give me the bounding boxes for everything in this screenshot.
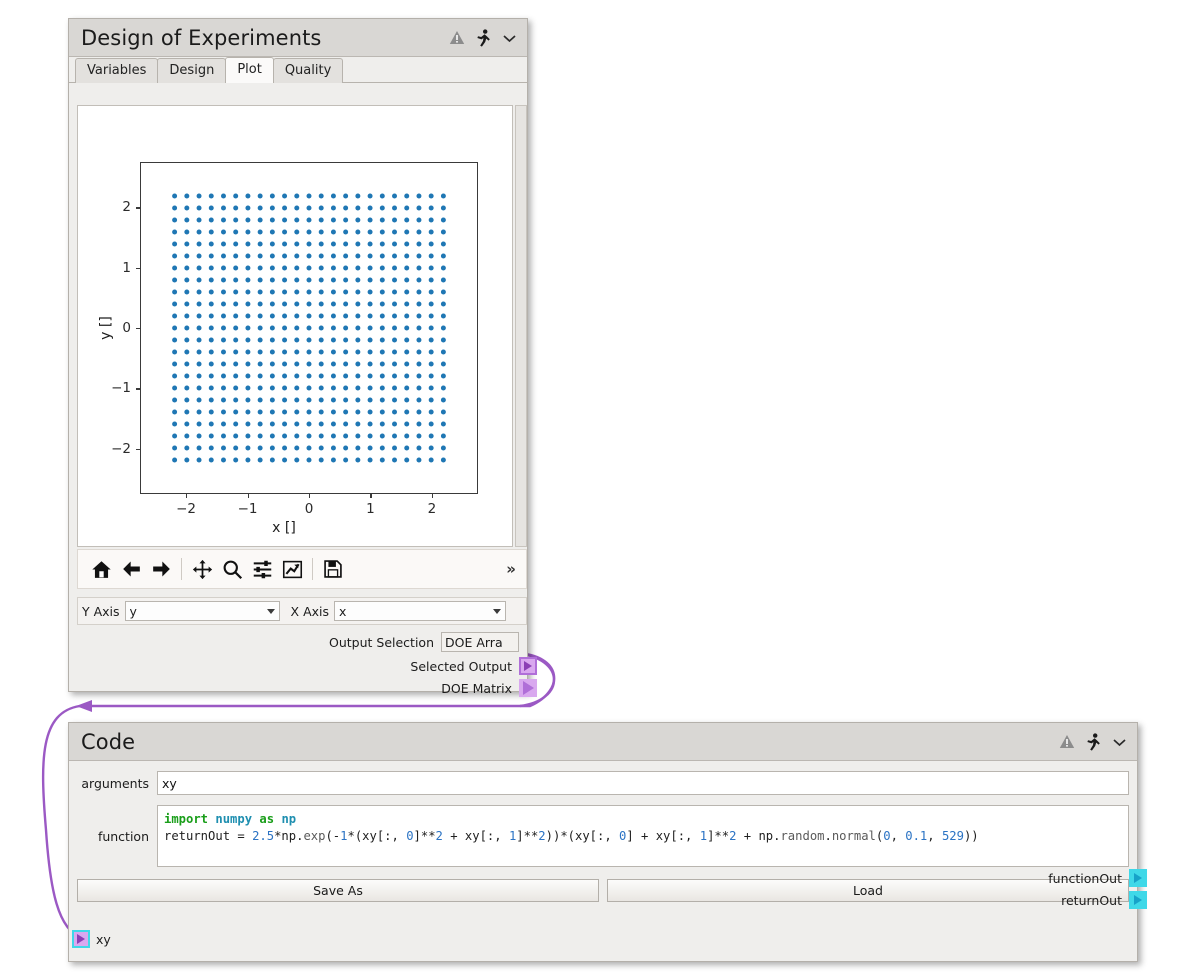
code-node-header[interactable]: Code xyxy=(69,723,1137,761)
edit-curve-icon[interactable] xyxy=(277,554,307,584)
plot-axes-frame xyxy=(140,162,478,494)
doe-matrix-port[interactable] xyxy=(519,679,537,697)
xy-input-port-row: xy xyxy=(72,930,111,948)
pan-move-icon[interactable] xyxy=(187,554,217,584)
tab-variables[interactable]: Variables xyxy=(75,58,158,83)
port-triangle-icon xyxy=(523,681,534,695)
code-node-header-icons xyxy=(1059,733,1127,751)
forward-arrow-icon[interactable] xyxy=(146,554,176,584)
xy-input-port[interactable] xyxy=(72,930,90,948)
doe-node[interactable]: Design of Experiments Variables Design xyxy=(68,18,528,692)
doe-node-header-icons xyxy=(449,29,517,47)
function-out-port[interactable] xyxy=(1129,869,1147,887)
output-selection-select[interactable]: DOE Arra xyxy=(441,632,519,652)
code-node-title: Code xyxy=(81,730,1059,754)
chevron-down-icon[interactable] xyxy=(502,33,517,43)
chevron-down-icon xyxy=(267,609,275,614)
doe-matrix-label: DOE Matrix xyxy=(441,681,512,696)
x-axis-select-value: x xyxy=(339,604,488,619)
port-triangle-icon xyxy=(1134,873,1142,883)
home-icon[interactable] xyxy=(86,554,116,584)
axis-selector-row: Y Axis y X Axis x xyxy=(77,597,527,625)
code-output-section: functionOut returnOut xyxy=(1048,867,1147,911)
y-axis-select[interactable]: y xyxy=(125,601,280,621)
doe-output-section: Output Selection DOE Arra Selected Outpu… xyxy=(77,629,527,699)
scatter-points xyxy=(141,163,477,493)
chevron-down-icon xyxy=(493,609,501,614)
output-selection-value: DOE Arra xyxy=(445,635,515,650)
run-person-icon[interactable] xyxy=(1086,733,1101,751)
run-person-icon[interactable] xyxy=(476,29,491,47)
connection-arrowhead-upper xyxy=(76,700,92,712)
y-axis-selector-label: Y Axis xyxy=(82,604,120,619)
warning-triangle-icon[interactable] xyxy=(449,30,465,45)
function-out-label: functionOut xyxy=(1048,871,1122,886)
arguments-row: arguments xy xyxy=(69,771,1137,795)
arguments-label: arguments xyxy=(77,776,157,791)
matplotlib-navigation-toolbar[interactable]: » xyxy=(77,549,527,589)
toolbar-separator-2 xyxy=(312,558,313,580)
tab-design[interactable]: Design xyxy=(157,58,226,83)
port-triangle-icon xyxy=(77,934,85,944)
port-triangle-icon xyxy=(524,661,532,671)
doe-node-header[interactable]: Design of Experiments xyxy=(69,19,527,57)
port-triangle-icon xyxy=(1134,895,1142,905)
selected-output-port-row: Selected Output xyxy=(77,655,537,677)
selected-output-label: Selected Output xyxy=(410,659,512,674)
return-out-label: returnOut xyxy=(1061,893,1122,908)
return-out-port-row: returnOut xyxy=(1048,889,1147,911)
x-axis-select[interactable]: x xyxy=(334,601,506,621)
doe-node-title: Design of Experiments xyxy=(81,26,449,50)
function-code-editor[interactable]: import numpy as np returnOut = 2.5*np.ex… xyxy=(157,805,1129,867)
y-axis-select-value: y xyxy=(130,604,262,619)
tab-quality[interactable]: Quality xyxy=(273,58,343,83)
return-out-port[interactable] xyxy=(1129,891,1147,909)
warning-triangle-icon[interactable] xyxy=(1059,734,1075,749)
function-label: function xyxy=(77,805,157,867)
doe-tabbar[interactable]: Variables Design Plot Quality xyxy=(69,57,527,83)
y-axis-title: y [] xyxy=(98,298,114,358)
code-node[interactable]: Code arguments xy func xyxy=(68,722,1138,962)
xy-input-label: xy xyxy=(96,932,111,947)
configure-subplots-icon[interactable] xyxy=(247,554,277,584)
node-editor-canvas: Design of Experiments Variables Design xyxy=(0,0,1200,975)
chevron-down-icon[interactable] xyxy=(1112,737,1127,747)
zoom-magnifier-icon[interactable] xyxy=(217,554,247,584)
save-disk-icon[interactable] xyxy=(318,554,348,584)
arguments-input[interactable]: xy xyxy=(157,771,1129,795)
function-out-port-row: functionOut xyxy=(1048,867,1147,889)
toolbar-overflow-button[interactable]: » xyxy=(506,560,516,578)
doe-matrix-port-row: DOE Matrix xyxy=(77,677,537,699)
x-axis-title: x [] xyxy=(272,520,296,536)
output-selection-row: Output Selection DOE Arra xyxy=(77,629,527,655)
save-as-button[interactable]: Save As xyxy=(77,879,599,902)
tab-plot[interactable]: Plot xyxy=(225,57,274,83)
output-selection-label: Output Selection xyxy=(329,635,434,650)
selected-output-port[interactable] xyxy=(519,657,537,675)
toolbar-separator-1 xyxy=(181,558,182,580)
function-row: function import numpy as np returnOut = … xyxy=(69,805,1137,867)
plot-vertical-scrollbar[interactable] xyxy=(515,105,527,547)
x-axis-selector-label: X Axis xyxy=(291,604,329,619)
code-button-row: Save As Load xyxy=(69,879,1137,902)
matplotlib-canvas: −2−1012−2−1012 x [] y [] xyxy=(78,106,512,546)
back-arrow-icon[interactable] xyxy=(116,554,146,584)
plot-figure[interactable]: −2−1012−2−1012 x [] y [] xyxy=(77,105,513,547)
